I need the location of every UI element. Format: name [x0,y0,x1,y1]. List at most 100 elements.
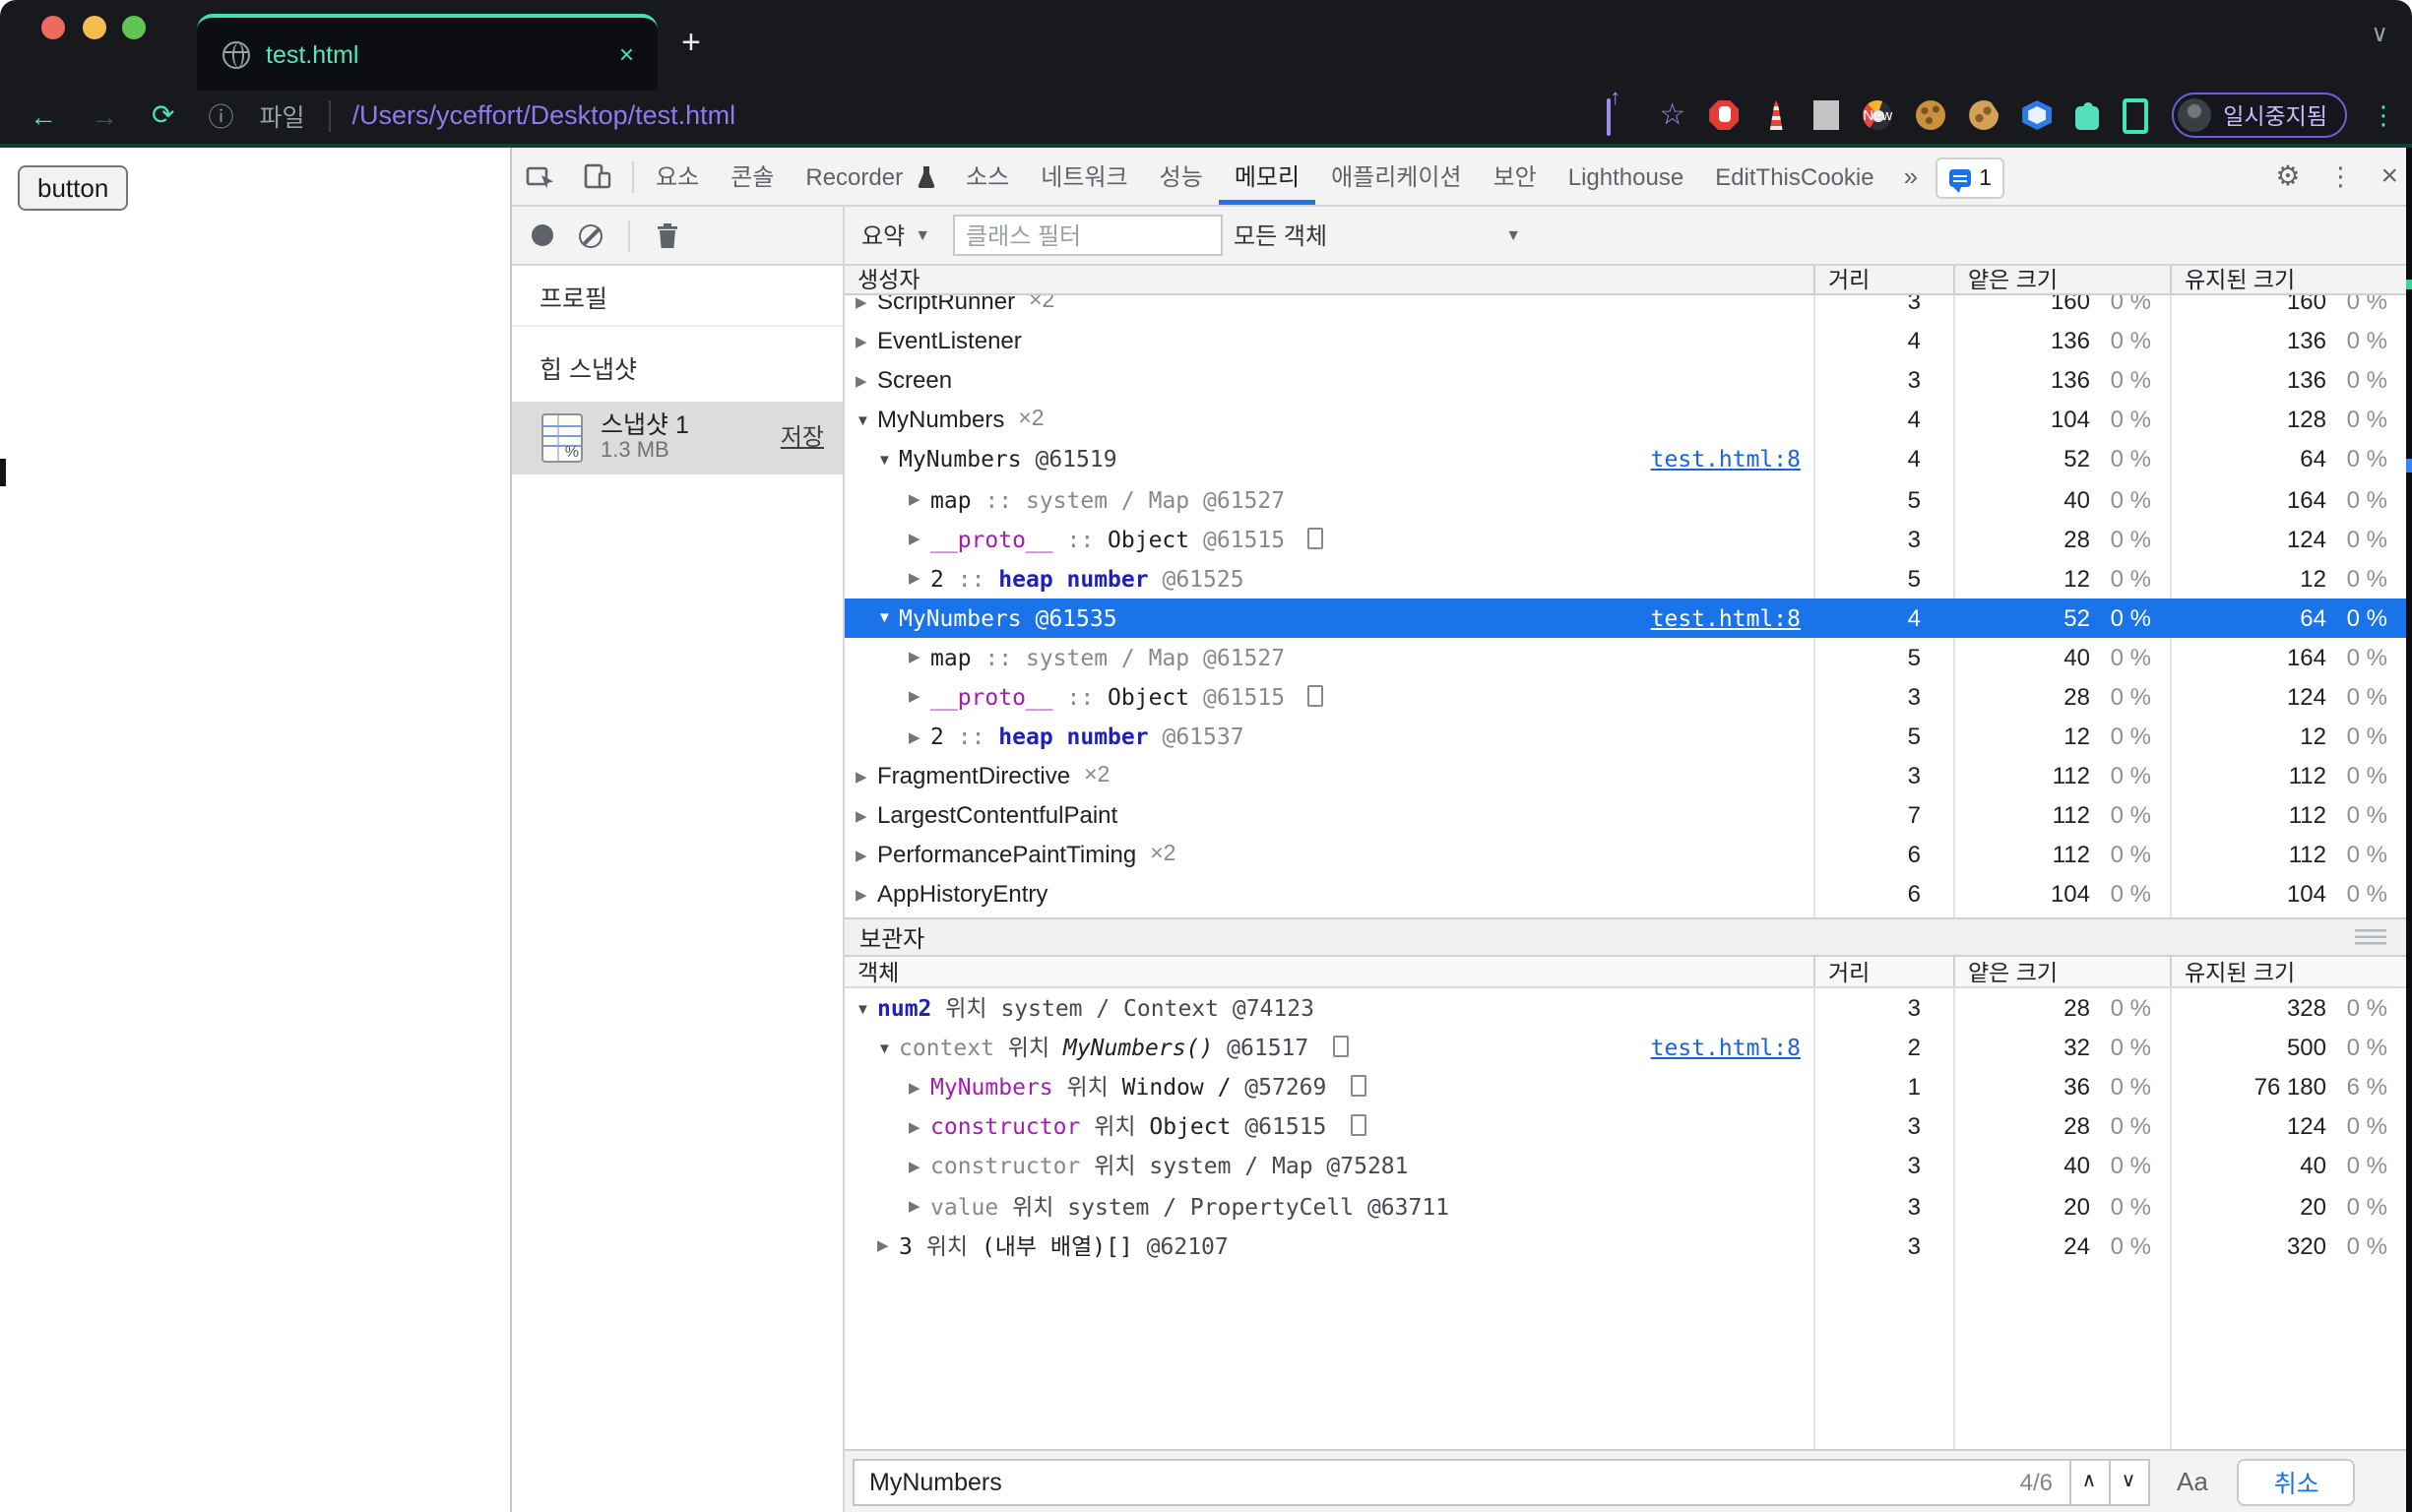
constructor-row[interactable]: ▶ 2 :: heap number @61537 5 12 0 % 12 0 % [844,717,2405,756]
devtools-tab-2[interactable]: 콘솔 [715,148,790,205]
browser-tab[interactable]: test.html × [197,14,658,91]
expand-arrow-icon[interactable]: ▶ [856,332,877,349]
col-distance[interactable]: 거리 [1812,957,1952,986]
expand-arrow-icon[interactable]: ▶ [856,295,877,310]
search-previous-button[interactable]: ∧ [2070,1458,2110,1505]
tab-close-icon[interactable]: × [619,39,634,69]
window-close-button[interactable] [41,16,65,39]
expand-arrow-icon[interactable]: ▶ [856,847,877,864]
col-retained-size[interactable]: 유지된 크기 [2169,266,2405,293]
search-next-button[interactable]: ∨ [2110,1458,2149,1505]
expand-arrow-icon[interactable]: ▶ [909,490,930,508]
retainer-row[interactable]: ▶ constructor 위치 Object @61515 3 28 0 % 124 0… [844,1107,2405,1147]
expand-arrow-icon[interactable]: ▶ [909,1118,930,1136]
expand-arrow-icon[interactable]: ▶ [856,886,877,904]
lighthouse-extension-icon[interactable] [1769,100,1783,130]
devtools-tab-7[interactable]: 메모리 [1219,148,1315,205]
site-info-icon[interactable]: ⓘ [208,96,233,134]
constructor-row[interactable]: ▶ FragmentDirective ×2 3 112 0 % 112 0 % [844,756,2405,795]
collapse-arrow-icon[interactable]: ▼ [877,451,899,469]
devtools-tab-1[interactable]: 요소 [640,148,715,205]
constructor-row[interactable]: ▶ map :: system / Map @61527 5 40 0 % 164 0 % [844,638,2405,677]
constructor-row[interactable]: ▼ MyNumbers @61535 test.html:8 4 52 0 % 64 0 % [844,598,2405,638]
device-toolbar-icon[interactable] [569,148,626,205]
constructor-row[interactable]: ▶ Screen 3 136 0 % 136 0 % [844,360,2405,400]
devtools-tab-11[interactable]: EditThisCookie [1699,148,1889,205]
devtools-tab-5[interactable]: 네트워크 [1025,148,1143,205]
constructor-row[interactable]: ▶ 2 :: heap number @61525 5 12 0 % 12 0 % [844,558,2405,598]
save-link[interactable]: 저장 [781,419,824,453]
record-heap-icon[interactable] [532,224,553,246]
devtools-tab-4[interactable]: 소스 [950,148,1025,205]
retainer-row[interactable]: ▼ num2 위치 system / Context @74123 3 28 0 % 32… [844,988,2405,1028]
new-tab-button[interactable]: + [681,24,701,63]
retainer-row[interactable]: ▶ constructor 위치 system / Map @75281 3 40 0 … [844,1147,2405,1186]
snapshot-item[interactable]: % 스냅샷 1 1.3 MB 저장 [512,402,842,474]
hexagon-extension-icon[interactable] [2022,100,2053,130]
expand-arrow-icon[interactable]: ▶ [909,1078,930,1096]
object-scope-select[interactable]: 모든 객체 ▼ [1234,219,1521,252]
col-shallow-size[interactable]: 얕은 크기 [1952,957,2169,986]
clear-icon[interactable] [579,223,603,247]
delete-profile-icon[interactable] [656,221,679,249]
forward-button[interactable]: → [91,99,118,131]
col-constructor[interactable]: 생성자 [844,266,1812,293]
window-zoom-button[interactable] [122,16,146,39]
retainer-row[interactable]: ▼ context 위치 MyNumbers() @61517 test.html… [844,1028,2405,1067]
retainer-row[interactable]: ▶ value 위치 system / PropertyCell @63711 3 2… [844,1186,2405,1226]
browser-menu-icon[interactable]: ⋮ [2371,99,2396,131]
devtools-tab-6[interactable]: 성능 [1144,148,1219,205]
devtools-tab-10[interactable]: Lighthouse [1553,148,1699,205]
constructor-row[interactable]: ▶ ScriptRunner ×2 3 160 0 % 160 0 % [844,295,2405,321]
profile-chip[interactable]: 일시중지됨 [2172,93,2347,138]
share-icon[interactable] [1606,98,1635,136]
reload-button[interactable]: ⟳ [152,98,174,132]
retainer-row[interactable]: ▶ MyNumbers 위치 Window / @57269 1 36 0 % 76 1… [844,1067,2405,1106]
constructor-row[interactable]: ▼ MyNumbers ×2 4 104 0 % 128 0 % [844,401,2405,440]
cancel-search-button[interactable]: 취소 [2237,1458,2356,1505]
page-button[interactable]: button [18,165,129,211]
cookie-bite-extension-icon[interactable] [1969,100,1999,130]
collapse-arrow-icon[interactable]: ▼ [877,609,899,627]
url-text[interactable]: /Users/yceffort/Desktop/test.html [352,100,736,130]
col-distance[interactable]: 거리 [1812,266,1952,293]
expand-arrow-icon[interactable]: ▶ [877,1236,899,1254]
expand-arrow-icon[interactable]: ▶ [909,727,930,745]
expand-arrow-icon[interactable]: ▶ [909,688,930,706]
expand-arrow-icon[interactable]: ▶ [909,530,930,547]
retainers-section-bar[interactable]: 보관자 [844,917,2405,957]
constructor-row[interactable]: ▶ __proto__ :: Object @61515 3 28 0 % 124 0 % [844,519,2405,558]
adblock-extension-icon[interactable] [1709,100,1740,130]
source-link[interactable]: test.html:8 [1651,604,1801,632]
settings-gear-icon[interactable]: ⚙ [2261,159,2314,193]
devtools-tab-9[interactable]: 보안 [1478,148,1553,205]
devtools-menu-icon[interactable]: ⋮ [2314,160,2367,192]
col-retained-size[interactable]: 유지된 크기 [2169,957,2405,986]
expand-arrow-icon[interactable]: ▶ [856,807,877,825]
cookie-extension-icon[interactable] [1916,100,1946,130]
window-minimize-button[interactable] [82,16,105,39]
col-object[interactable]: 객체 [844,957,1812,986]
constructor-row[interactable]: ▼ MyNumbers @61519 test.html:8 4 52 0 % 64 0 % [844,440,2405,479]
constructor-row[interactable]: ▶ map :: system / Map @61527 5 40 0 % 164 0 % [844,479,2405,519]
collapse-arrow-icon[interactable]: ▼ [877,1039,899,1056]
retainer-row[interactable]: ▶ 3 위치 (내부 배열)[] @62107 3 24 0 % 320 0 % [844,1226,2405,1265]
feedback-button[interactable]: 1 [1936,158,2005,199]
chrome-update-icon[interactable]: New [1863,100,1892,130]
expand-arrow-icon[interactable]: ▶ [909,1158,930,1175]
extension-icon[interactable] [1813,100,1840,130]
collapse-arrow-icon[interactable]: ▼ [856,999,877,1017]
perspective-select[interactable]: 요약 ▼ [861,219,930,252]
extensions-puzzle-icon[interactable] [2075,101,2100,130]
expand-arrow-icon[interactable]: ▶ [909,1197,930,1215]
match-case-toggle[interactable]: Aa [2177,1467,2208,1496]
bookmark-star-icon[interactable]: ☆ [1659,100,1685,130]
constructor-row[interactable]: ▶ LargestContentfulPaint 7 112 0 % 112 0 % [844,795,2405,835]
sidebar-extension-icon[interactable] [2123,97,2149,133]
tab-list-chevron-icon[interactable]: ∨ [2371,20,2388,47]
search-input[interactable] [854,1468,2020,1495]
scroll-marker-strip[interactable] [2406,148,2412,1512]
source-link[interactable]: test.html:8 [1651,446,1801,473]
devtools-tab-3[interactable]: Recorder [790,148,950,205]
class-filter-input[interactable] [952,215,1223,256]
